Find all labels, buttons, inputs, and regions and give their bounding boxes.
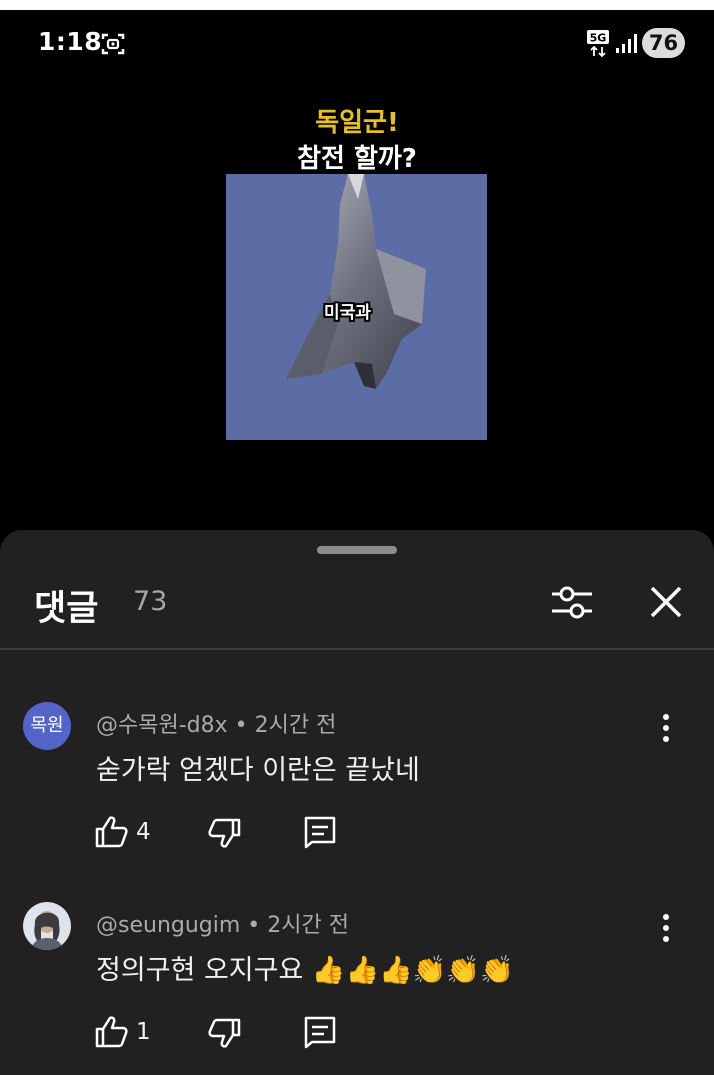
dislike-button[interactable]: [206, 816, 242, 852]
more-options-button[interactable]: [652, 712, 680, 744]
filter-sliders-icon: [552, 586, 592, 619]
comment-text: 정의구현 오지구요 👍👍👍👏👏👏: [96, 955, 514, 986]
like-button[interactable]: [94, 814, 130, 850]
battery-indicator: 76: [642, 28, 685, 58]
comment-meta: @수목원-d8x • 2시간 전: [96, 707, 336, 739]
comment-item: @seungugim • 2시간 전 정의구현 오지구요 👍👍👍👏👏👏 1: [0, 902, 714, 1075]
video-caption: 미국과: [324, 303, 371, 323]
comment-text: 숟가락 얻겠다 이란은 끝났네: [96, 755, 420, 786]
avatar-initials: 목원: [23, 702, 71, 750]
close-icon: [650, 586, 682, 618]
thumbs-up-icon: [95, 816, 128, 848]
dislike-button[interactable]: [206, 1016, 242, 1052]
video-title-line2: 참전 할까?: [297, 144, 417, 174]
meta-separator: •: [227, 713, 255, 738]
signal-strength-icon: [615, 34, 637, 54]
comment-author[interactable]: @수목원-d8x: [96, 713, 228, 738]
comment-item: 목원 @수목원-d8x • 2시간 전 숟가락 얻겠다 이란은 끝났네 4: [0, 702, 714, 892]
screen-record-icon: [101, 32, 125, 56]
comment-meta: @seungugim • 2시간 전: [96, 907, 349, 939]
svg-text:5G: 5G: [590, 32, 607, 45]
like-count: 4: [136, 819, 151, 845]
comments-title: 댓글: [34, 589, 99, 629]
comments-panel: 댓글 73 목원 @수목원-d8x • 2시간 전 숟가락 얻겠다 이란은 끝났…: [0, 530, 714, 1075]
video-player[interactable]: 독일군! 참전 할까? 미국과: [0, 74, 714, 534]
video-frame: 미국과: [226, 174, 487, 440]
reply-button[interactable]: [302, 1014, 338, 1050]
comment-time: 2시간 전: [254, 713, 337, 738]
like-count: 1: [136, 1019, 151, 1045]
comment-author[interactable]: @seungugim: [96, 913, 240, 938]
network-5g-icon: 5G: [586, 30, 610, 58]
thumbs-down-icon: [208, 818, 241, 848]
more-options-button[interactable]: [652, 912, 680, 944]
comment-actions: 4: [94, 814, 374, 854]
header-divider: [0, 648, 714, 650]
more-vertical-icon: [663, 914, 669, 942]
avatar[interactable]: 목원: [23, 702, 71, 750]
more-vertical-icon: [663, 714, 669, 742]
close-button[interactable]: [644, 580, 688, 624]
reply-comment-icon: [304, 816, 336, 849]
filter-button[interactable]: [548, 580, 596, 624]
reply-comment-icon: [304, 1016, 336, 1049]
reply-button[interactable]: [302, 814, 338, 850]
meta-separator: •: [240, 913, 268, 938]
thumbs-down-icon: [208, 1018, 241, 1048]
status-time: 1:18: [38, 27, 103, 56]
thumbs-up-icon: [95, 1016, 128, 1048]
user-photo-avatar: [23, 902, 71, 950]
comments-count: 73: [133, 586, 168, 617]
drag-handle[interactable]: [317, 546, 397, 554]
like-button[interactable]: [94, 1014, 130, 1050]
comment-actions: 1: [94, 1014, 374, 1054]
comment-time: 2시간 전: [267, 913, 349, 938]
video-title-line1: 독일군!: [315, 108, 399, 138]
avatar[interactable]: [23, 902, 71, 950]
top-edge-strip: [0, 0, 714, 10]
status-bar: 1:18 5G 76: [0, 10, 714, 74]
